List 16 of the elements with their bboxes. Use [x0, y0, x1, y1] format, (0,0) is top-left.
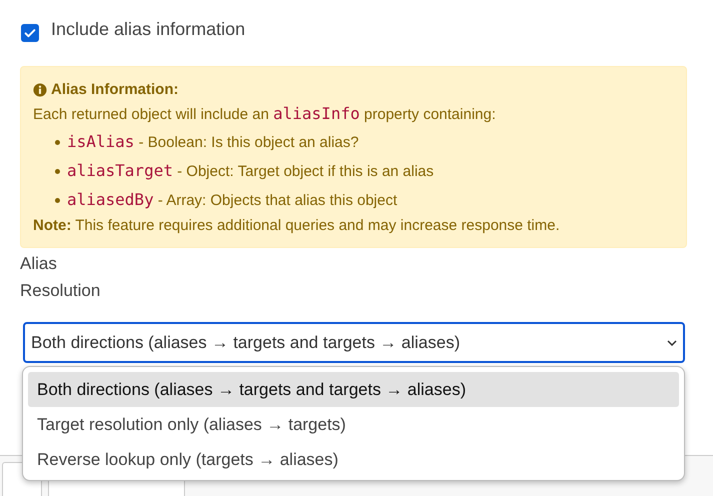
alert-note: Note: This feature requires additional queries and may increase response time.: [33, 216, 561, 236]
checkbox-label: Include alias information: [51, 18, 246, 40]
checkmark-icon: [23, 26, 37, 40]
field-label: Alias Resolution: [20, 253, 102, 302]
list-item: isAlias - Boolean: Is this object an alias?: [55, 128, 674, 157]
dropdown-option[interactable]: Target resolution only (aliases → targets): [28, 407, 679, 442]
alert-title: Alias Information:: [51, 81, 179, 98]
dropdown-option[interactable]: Reverse lookup only (targets → aliases): [28, 442, 679, 477]
list-item: aliasTarget - Object: Target object if this is an alias: [55, 157, 674, 186]
checkbox[interactable]: [21, 24, 39, 42]
info-icon: [33, 82, 47, 96]
list-item: aliasedBy - Array: Objects that alias this object: [55, 186, 674, 215]
alert-text: Each returned object will include an aliasInfo property containing:: [33, 103, 497, 125]
dropdown-option[interactable]: Both directions (aliases → targets and targets → aliases): [28, 372, 679, 407]
chevron-down-icon: [667, 340, 677, 346]
select-field[interactable]: Both directions (aliases → targets and targets → aliases): [23, 322, 685, 363]
